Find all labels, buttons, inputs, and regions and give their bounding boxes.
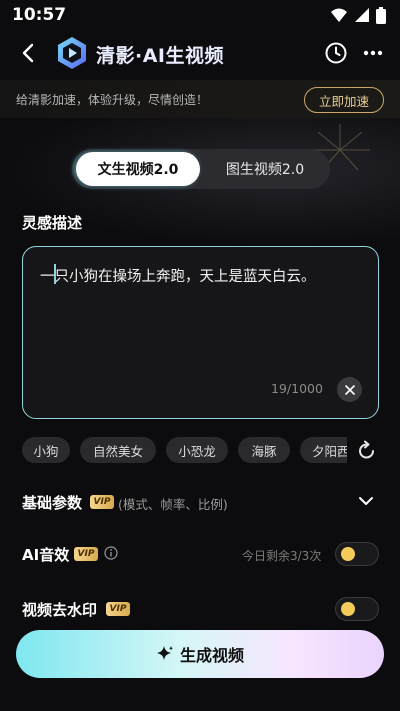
wifi-icon [331,8,347,22]
watermark-title: 视频去水印 [22,601,98,619]
basic-params-subtitle: (模式、帧率、比例) [118,497,228,512]
signal-icon [355,8,369,22]
more-button[interactable] [360,41,386,65]
chip-suggestion[interactable]: 小恐龙 [166,437,228,463]
tab-text-to-video[interactable]: 文生视频2.0 [76,152,200,186]
status-bar: 10:57 [0,0,400,30]
prompt-text: 一只小狗在操场上奔跑，天上是蓝天白云。 [40,269,316,285]
chip-suggestion[interactable]: 小狗 [22,437,70,463]
bottom-area [0,692,400,711]
app-title: 清影·AI生视频 [96,45,224,67]
inspiration-label: 灵感描述 [22,214,83,232]
text-caret [54,264,56,284]
app-header: 清影·AI生视频 [0,30,400,76]
ai-sound-quota: 今日剩余3/3次 [242,549,322,563]
suggestion-chips: 小狗 自然美女 小恐龙 海豚 夕阳西下 [22,437,347,463]
char-count: 19/1000 [271,381,323,396]
chip-suggestion[interactable]: 夕阳西下 [300,437,347,463]
toggle-knob [341,547,355,561]
basic-params-row[interactable]: 基础参数 VIP (模式、帧率、比例) [22,488,379,516]
chevron-down-icon[interactable] [357,492,375,510]
accelerate-button[interactable]: 立即加速 [304,87,384,113]
prompt-input[interactable]: 一只小狗在操场上奔跑，天上是蓝天白云。 19/1000 [22,246,379,419]
vip-badge: VIP [106,602,130,616]
promo-text: 给清影加速，体验升级，尽情创造！ [16,93,209,107]
back-button[interactable] [16,40,40,66]
basic-params-title: 基础参数 [22,494,83,512]
info-icon[interactable] [104,546,118,560]
watermark-row: 视频去水印 VIP [22,595,379,623]
chip-suggestion[interactable]: 海豚 [238,437,290,463]
promo-bar: 给清影加速，体验升级，尽情创造！ 立即加速 [0,80,400,118]
status-time: 10:57 [12,5,67,25]
generate-video-button[interactable]: 生成视频 [16,630,384,678]
more-dots-icon [363,50,383,56]
refresh-icon[interactable] [356,440,378,462]
tab-image-to-video[interactable]: 图生视频2.0 [204,152,326,186]
watermark-toggle[interactable] [335,597,379,621]
chevron-left-icon [22,43,34,63]
mode-tabs: 文生视频2.0 图生视频2.0 [72,149,330,189]
vip-badge: VIP [74,547,98,561]
app-logo-icon [58,37,86,69]
status-icons [330,6,386,24]
battery-icon [376,6,386,24]
history-clock-icon[interactable] [324,41,348,65]
sparkle-icon [156,646,173,660]
generate-video-label: 生成视频 [179,646,244,665]
ai-sound-title: AI音效 [22,546,70,564]
ai-sound-toggle[interactable] [335,542,379,566]
toggle-knob [341,602,355,616]
clear-button[interactable] [337,377,362,402]
close-icon [344,384,355,395]
chip-suggestion[interactable]: 自然美女 [80,437,156,463]
ai-sound-row: AI音效 VIP 今日剩余3/3次 [22,540,379,568]
vip-badge: VIP [90,495,114,509]
